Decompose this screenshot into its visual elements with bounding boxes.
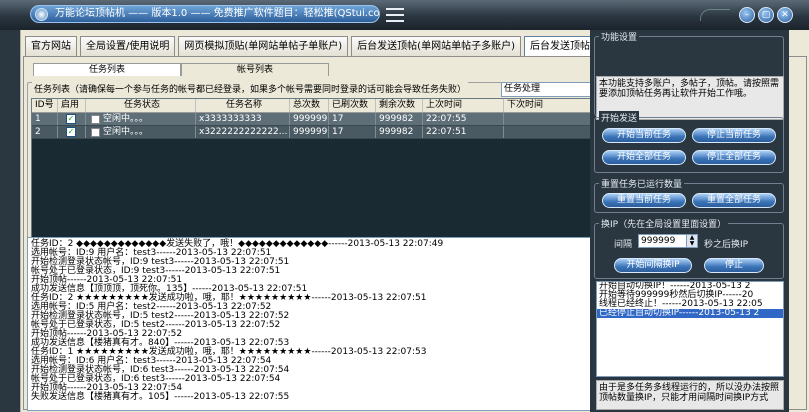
status-icon: [91, 128, 100, 137]
reset-title: 重置任务已运行数量: [599, 177, 685, 190]
table-header: ID号 启用 任务状态 任务名称 总次数 已刷次数 剩余次数 上次时间 下次时间: [32, 99, 602, 113]
start-send-title: 开始发送: [599, 111, 640, 124]
table-row[interactable]: 1 ✓ 空闲中。。。 x3333333333 999999 17 999982 …: [32, 113, 602, 126]
col-status[interactable]: 任务状态: [86, 99, 196, 112]
cell-last-time: 22:07:55: [423, 113, 504, 125]
col-total[interactable]: 总次数: [290, 99, 329, 112]
col-id[interactable]: ID号: [32, 99, 58, 112]
cell-id: 2: [32, 126, 58, 138]
ip-note-text: 由于是多任务多线程运行的，所以没办法按照顶帖数量换IP，只能才用间隔时间换IP方…: [596, 380, 784, 410]
col-remain[interactable]: 剩余次数: [376, 99, 423, 112]
col-name[interactable]: 任务名称: [196, 99, 290, 112]
func-settings-title: 功能设置: [599, 30, 640, 43]
table-row[interactable]: 2 ✓ 空闲中。。。 x3222222222222... 999999 17 9…: [32, 126, 602, 139]
cell-status: 空闲中。。。: [86, 126, 196, 138]
cell-remain: 999982: [376, 113, 423, 125]
col-next-time[interactable]: 下次时间: [504, 99, 602, 112]
status-text: 空闲中。。。: [103, 127, 149, 137]
tab-task-list[interactable]: 任务列表: [33, 63, 181, 76]
col-enabled[interactable]: 启用: [58, 99, 86, 112]
list-item[interactable]: 已经停止自动切换IP------2013-05-13 2: [597, 309, 783, 318]
log-line: 失败发送信息【楼猪真有才。105】------2013-05-13 22:07:…: [31, 392, 290, 402]
menu-icon[interactable]: [386, 8, 404, 22]
interval-label: 间隔: [614, 240, 633, 250]
cell-total: 999999: [290, 113, 329, 125]
cell-id: 1: [32, 113, 58, 125]
interval-suffix: 秒之后换IP: [704, 240, 749, 250]
start-all-tasks-button[interactable]: 开始全部任务: [602, 150, 686, 165]
sub-tabs: 任务列表 帐号列表: [33, 63, 329, 76]
cell-enabled: ✓: [58, 126, 86, 138]
stop-ip-change-button[interactable]: 停止: [704, 258, 764, 273]
title-bar: 万能论坛顶帖机 —— 版本1.0 —— 免费推广软件题目：轻松推(QStui.c…: [0, 0, 809, 30]
cell-name: x3222222222222...: [196, 126, 290, 138]
log-output[interactable]: 任务ID：2 ◆◆◆◆◆◆◆◆◆◆◆◆◆发送失败了，哦！◆◆◆◆◆◆◆◆◆◆◆◆…: [27, 237, 605, 411]
change-ip-title: 换IP（先在全局设置里面设置）: [599, 217, 729, 230]
status-icon: [91, 115, 100, 124]
cell-remain: 999982: [376, 126, 423, 138]
task-group-title: 任务列表（请确保每一个参与任务的帐号都已经登录，如果多个帐号需要同时登录的话可能…: [32, 82, 469, 95]
cell-last-time: 22:07:51: [423, 126, 504, 138]
cell-status: 空闲中。。。: [86, 113, 196, 125]
col-done[interactable]: 已刷次数: [329, 99, 376, 112]
tab-web-simulate[interactable]: 网页模拟顶贴(单网站单帖子单账户): [178, 36, 349, 56]
window-title-text: 万能论坛顶帖机 —— 版本1.0 —— 免费推广软件题目：轻松推(QStui.c…: [55, 8, 380, 19]
reset-current-task-button[interactable]: 重置当前任务: [602, 193, 686, 208]
cell-next-time: [504, 126, 602, 138]
cell-next-time: [504, 113, 602, 125]
tab-official-site[interactable]: 官方网站: [25, 36, 77, 56]
tab-account-list[interactable]: 帐号列表: [181, 63, 329, 76]
window-title: 万能论坛顶帖机 —— 版本1.0 —— 免费推广软件题目：轻松推(QStui.c…: [30, 5, 380, 23]
tab-global-settings[interactable]: 全局设置/使用说明: [80, 36, 176, 56]
minimize-button[interactable]: –: [739, 7, 755, 23]
cell-done: 17: [329, 113, 376, 125]
app-logo-icon: [35, 8, 48, 21]
stop-all-tasks-button[interactable]: 停止全部任务: [692, 150, 776, 165]
restore-button[interactable]: ▢: [758, 7, 774, 23]
col-last-time[interactable]: 上次时间: [423, 99, 504, 112]
settings-panel: 功能设置 本功能支持多账户，多帖子，顶帖。请按照需要添加顶帖任务再让软件开始工作…: [590, 30, 789, 412]
cell-done: 17: [329, 126, 376, 138]
start-ip-change-button[interactable]: 开始间隔换IP: [614, 258, 692, 273]
reset-all-tasks-button[interactable]: 重置全部任务: [692, 193, 776, 208]
enabled-checkbox[interactable]: ✓: [66, 114, 76, 124]
task-action-value: 任务处理: [504, 84, 541, 94]
start-current-task-button[interactable]: 开始当前任务: [602, 128, 686, 143]
stop-current-task-button[interactable]: 停止当前任务: [692, 128, 776, 143]
tab-backend-single[interactable]: 后台发送顶帖(单网站单帖子多账户): [351, 36, 521, 56]
decoration: [700, 9, 730, 21]
cell-total: 999999: [290, 126, 329, 138]
enabled-checkbox[interactable]: ✓: [66, 127, 76, 137]
task-table: ID号 启用 任务状态 任务名称 总次数 已刷次数 剩余次数 上次时间 下次时间…: [31, 98, 603, 256]
status-text: 空闲中。。。: [103, 114, 149, 124]
close-button[interactable]: ✕: [777, 7, 793, 23]
ip-log-list[interactable]: 开始自动切换IP！------2013-05-13 2 开始等待999999秒然…: [596, 281, 784, 377]
interval-spinner[interactable]: ▲ ▼: [686, 234, 698, 248]
cell-enabled: ✓: [58, 113, 86, 125]
cell-name: x3333333333: [196, 113, 290, 125]
